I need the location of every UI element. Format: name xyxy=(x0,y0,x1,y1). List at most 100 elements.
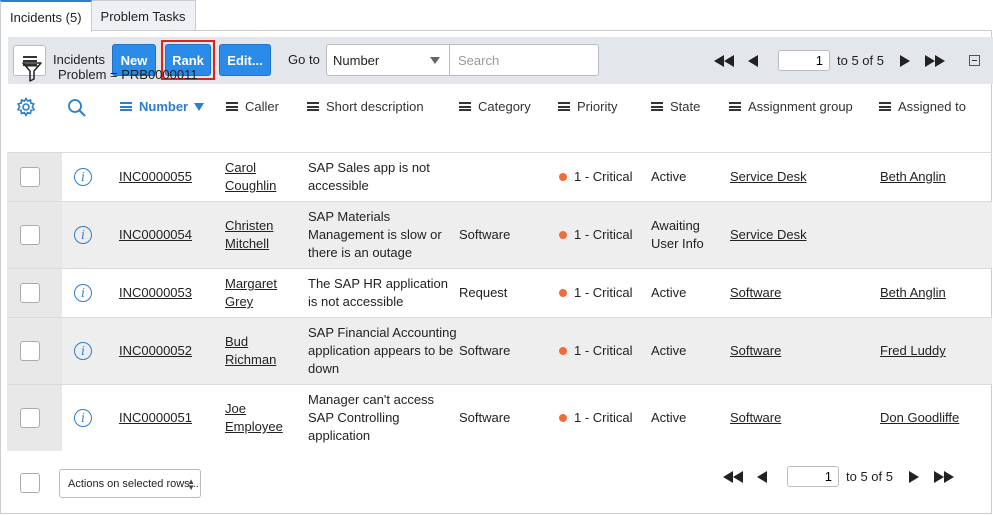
list-title: Incidents xyxy=(53,52,106,67)
column-header-category[interactable]: Category xyxy=(459,99,531,114)
collapse-icon[interactable] xyxy=(969,55,980,66)
column-menu-icon[interactable] xyxy=(120,102,132,111)
category-value: Software xyxy=(459,227,511,242)
page-range-text: to 5 of 5 xyxy=(837,53,884,68)
row-divider xyxy=(7,152,992,153)
column-menu-icon[interactable] xyxy=(558,102,570,111)
assignment-group-link[interactable]: Software xyxy=(730,409,781,427)
incident-number-link[interactable]: INC0000055 xyxy=(119,168,192,186)
first-page-icon[interactable] xyxy=(714,54,734,67)
state-value: Active xyxy=(651,285,687,300)
caller-link[interactable]: Bud Richman xyxy=(225,333,276,369)
assignment-group-link[interactable]: Service Desk xyxy=(730,168,807,186)
last-page-icon[interactable] xyxy=(924,54,945,67)
critical-dot-icon xyxy=(559,289,567,297)
top-pager: to 5 of 5 xyxy=(714,50,945,71)
category-value: Request xyxy=(459,285,508,300)
first-page-icon[interactable] xyxy=(723,470,743,483)
caller-link[interactable]: Joe Employee xyxy=(225,400,283,436)
caller-link[interactable]: Margaret Grey xyxy=(225,275,277,311)
column-menu-icon[interactable] xyxy=(651,102,663,111)
column-menu-icon[interactable] xyxy=(729,102,741,111)
select-all-checkbox[interactable] xyxy=(20,473,40,493)
column-menu-icon[interactable] xyxy=(226,102,238,111)
row-divider xyxy=(7,268,992,269)
state-value: Active xyxy=(651,410,687,425)
critical-dot-icon xyxy=(559,347,567,355)
incident-number-link[interactable]: INC0000053 xyxy=(119,284,192,302)
category-value: Software xyxy=(459,343,511,358)
assignment-group-link[interactable]: Software xyxy=(730,284,781,302)
edit-button[interactable]: Edit... xyxy=(219,44,271,76)
column-menu-icon[interactable] xyxy=(459,102,471,111)
column-menu-icon[interactable] xyxy=(879,102,891,111)
actions-select[interactable]: Actions on selected rows... ▲ ▼ xyxy=(59,469,201,498)
column-header-assignment-group[interactable]: Assignment group xyxy=(729,99,853,114)
assigned-to-link[interactable]: Beth Anglin xyxy=(880,284,946,302)
column-menu-icon[interactable] xyxy=(307,102,319,111)
incident-number-link[interactable]: INC0000052 xyxy=(119,342,192,360)
next-page-icon[interactable] xyxy=(899,54,910,67)
state-value: Active xyxy=(651,169,687,184)
caller-link[interactable]: Christen Mitchell xyxy=(225,217,273,253)
short-description: SAP Materials Management is slow or there … xyxy=(308,209,442,260)
assignment-group-link[interactable]: Service Desk xyxy=(730,226,807,244)
updown-caret-icon: ▲ ▼ xyxy=(187,477,195,492)
row-checkbox[interactable] xyxy=(20,167,40,187)
assigned-to-link[interactable]: Beth Anglin xyxy=(880,168,946,186)
critical-dot-icon xyxy=(559,173,567,181)
row-checkbox[interactable] xyxy=(20,225,40,245)
goto-label: Go to xyxy=(288,52,320,67)
prev-page-icon[interactable] xyxy=(748,54,758,67)
column-header-assigned-to[interactable]: Assigned to xyxy=(879,99,966,114)
page-number-input[interactable] xyxy=(787,466,839,487)
gear-icon[interactable] xyxy=(16,97,36,117)
short-description: The SAP HR application is not accessible xyxy=(308,276,448,309)
assigned-to-link[interactable]: Fred Luddy xyxy=(880,342,946,360)
column-header-short-description[interactable]: Short description xyxy=(307,99,424,114)
info-icon[interactable]: i xyxy=(74,409,92,427)
filter-icon[interactable] xyxy=(22,61,42,83)
tab-incidents[interactable]: Incidents (5) xyxy=(0,0,92,32)
row-checkbox[interactable] xyxy=(20,283,40,303)
next-page-icon[interactable] xyxy=(908,470,919,483)
row-checkbox[interactable] xyxy=(20,408,40,428)
row-checkbox[interactable] xyxy=(20,341,40,361)
column-header-caller[interactable]: Caller xyxy=(226,99,279,114)
filter-breadcrumb[interactable]: Problem = PRB0000011 xyxy=(58,67,198,82)
short-description: Manager can't access SAP Controlling appli… xyxy=(308,392,435,443)
incident-number-link[interactable]: INC0000054 xyxy=(119,226,192,244)
info-icon[interactable]: i xyxy=(74,168,92,186)
info-icon[interactable]: i xyxy=(74,226,92,244)
short-description: SAP Sales app is not accessible xyxy=(308,160,430,193)
actions-label: Actions on selected rows... xyxy=(68,477,199,490)
priority-value: 1 - Critical xyxy=(559,226,633,244)
critical-dot-icon xyxy=(559,414,567,422)
search-icon[interactable] xyxy=(67,98,87,118)
priority-value: 1 - Critical xyxy=(559,168,633,186)
last-page-icon[interactable] xyxy=(933,470,954,483)
column-header-state[interactable]: State xyxy=(651,99,700,114)
info-icon[interactable]: i xyxy=(74,284,92,302)
goto-field-value: Number xyxy=(333,52,380,68)
incident-number-link[interactable]: INC0000051 xyxy=(119,409,192,427)
page-number-input[interactable] xyxy=(778,50,830,71)
priority-value: 1 - Critical xyxy=(559,284,633,302)
tab-problem-tasks[interactable]: Problem Tasks xyxy=(90,0,196,31)
column-header-priority[interactable]: Priority xyxy=(558,99,617,114)
info-icon[interactable]: i xyxy=(74,342,92,360)
priority-value: 1 - Critical xyxy=(559,342,633,360)
sort-descending-icon xyxy=(194,102,205,111)
row-divider xyxy=(7,317,992,318)
prev-page-icon[interactable] xyxy=(757,470,767,483)
goto-field-select[interactable]: Number xyxy=(326,44,450,76)
assigned-to-link[interactable]: Don Goodliffe xyxy=(880,409,959,427)
search-input[interactable] xyxy=(449,44,599,76)
short-description: SAP Financial Accounting application appe… xyxy=(308,325,457,376)
tab-bar: Incidents (5) Problem Tasks xyxy=(0,0,196,32)
priority-value: 1 - Critical xyxy=(559,409,633,427)
page-range-text: to 5 of 5 xyxy=(846,469,893,484)
caller-link[interactable]: Carol Coughlin xyxy=(225,159,276,195)
column-header-number[interactable]: Number xyxy=(120,99,205,114)
assignment-group-link[interactable]: Software xyxy=(730,342,781,360)
